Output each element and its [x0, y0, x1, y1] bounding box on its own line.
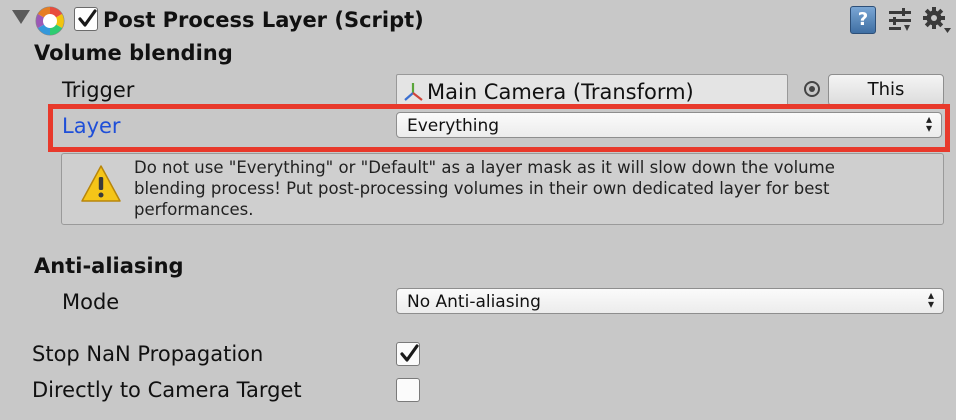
warning-line: blending process! Put post-processing vo… — [134, 179, 830, 198]
warning-line: Do not use "Everything" or "Default" as … — [134, 158, 835, 177]
stop-nan-checkbox[interactable] — [396, 342, 420, 366]
dropdown-arrows-icon: ▴ ▾ — [927, 288, 935, 311]
this-button[interactable]: This — [828, 74, 944, 106]
mode-value: No Anti-aliasing — [407, 292, 541, 312]
gear-icon[interactable] — [922, 6, 952, 34]
direct-target-checkbox[interactable] — [396, 378, 420, 402]
stop-nan-label: Stop NaN Propagation — [32, 342, 264, 366]
component-enabled-checkbox[interactable] — [74, 7, 98, 31]
section-anti-aliasing: Anti-aliasing — [34, 254, 184, 278]
trigger-value: Main Camera (Transform) — [427, 80, 694, 104]
highlight-box — [48, 104, 950, 152]
trigger-label: Trigger — [62, 78, 135, 102]
checkmark-icon — [400, 344, 419, 362]
foldout-arrow-icon[interactable] — [12, 10, 30, 24]
warning-line: performances. — [134, 200, 254, 219]
direct-target-label: Directly to Camera Target — [32, 378, 302, 402]
warning-icon — [81, 165, 121, 202]
mode-dropdown[interactable]: No Anti-aliasing ▴ ▾ — [396, 288, 944, 314]
preset-icon[interactable] — [888, 8, 912, 34]
warning-text: Do not use "Everything" or "Default" as … — [134, 157, 934, 220]
object-picker-icon[interactable] — [804, 81, 820, 97]
section-volume-blending: Volume blending — [34, 41, 233, 65]
help-icon[interactable]: ? — [850, 6, 876, 34]
component-title: Post Process Layer (Script) — [103, 8, 424, 32]
trigger-object-field[interactable]: Main Camera (Transform) — [396, 74, 788, 106]
mode-label: Mode — [62, 290, 120, 314]
script-icon — [35, 6, 65, 36]
transform-icon — [404, 83, 423, 101]
checkmark-icon — [78, 9, 97, 27]
